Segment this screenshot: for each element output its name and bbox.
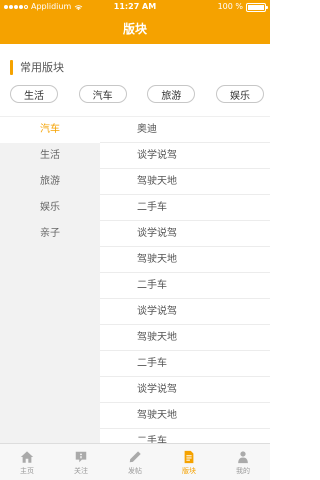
tab-label: 发帖 (128, 466, 142, 475)
category-menu: 汽车 生活 旅游 娱乐 亲子 (0, 117, 100, 443)
subcategory-list: 奥迪 谈学说驾 驾驶天地 二手车 谈学说驾 驾驶天地 二手车 谈学说驾 驾驶天地… (100, 117, 270, 443)
battery-icon (246, 2, 268, 12)
category-item-lvyou[interactable]: 旅游 (0, 169, 100, 195)
app-screen: Applidium 11:27 AM 100 % 版块 常用版块 生活 汽车 旅… (0, 0, 270, 480)
document-icon (184, 450, 194, 463)
list-item[interactable]: 二手车 (100, 351, 270, 377)
battery-percent: 100 % (217, 2, 243, 11)
list-item[interactable]: 驾驶天地 (100, 169, 270, 195)
pill-qiche[interactable]: 汽车 (78, 85, 127, 103)
common-sections-title: 常用版块 (10, 59, 64, 75)
tab-label: 主页 (20, 466, 34, 475)
tab-sections[interactable]: 版块 (162, 444, 216, 480)
tab-label: 版块 (182, 466, 196, 475)
tab-bar: 主页 关注 发帖 版块 我的 (0, 443, 270, 480)
status-right: 100 % (217, 0, 268, 14)
list-item[interactable]: 驾驶天地 (100, 403, 270, 429)
category-item-yule[interactable]: 娱乐 (0, 195, 100, 221)
pill-shenghuo[interactable]: 生活 (10, 85, 58, 103)
list-item[interactable]: 谈学说驾 (100, 221, 270, 247)
tab-me[interactable]: 我的 (216, 444, 270, 480)
category-item-shenghuo[interactable]: 生活 (0, 143, 100, 169)
list-item[interactable]: 谈学说驾 (100, 377, 270, 403)
list-item[interactable]: 二手车 (100, 195, 270, 221)
home-icon (20, 450, 34, 463)
category-item-qinzi[interactable]: 亲子 (0, 221, 100, 247)
section-marker (10, 59, 13, 75)
list-item[interactable]: 驾驶天地 (100, 247, 270, 273)
header: Applidium 11:27 AM 100 % 版块 (0, 0, 270, 44)
common-sections-label: 常用版块 (20, 61, 64, 74)
page-title: 版块 (122, 22, 147, 36)
list-item[interactable]: 谈学说驾 (100, 299, 270, 325)
chat-icon (75, 451, 87, 462)
list-item[interactable]: 二手车 (100, 429, 270, 443)
category-item-qiche[interactable]: 汽车 (0, 117, 100, 143)
tab-label: 关注 (74, 466, 88, 475)
pill-lvyou[interactable]: 旅游 (147, 85, 196, 103)
person-icon (238, 450, 248, 463)
pill-yule[interactable]: 娱乐 (215, 85, 264, 103)
tab-follow[interactable]: 关注 (54, 444, 108, 480)
pencil-icon (129, 450, 141, 462)
status-bar: Applidium 11:27 AM 100 % (0, 0, 270, 14)
list-item[interactable]: 谈学说驾 (100, 143, 270, 169)
common-pill-row: 生活 汽车 旅游 娱乐 (10, 85, 264, 103)
list-item[interactable]: 驾驶天地 (100, 325, 270, 351)
tab-post[interactable]: 发帖 (108, 444, 162, 480)
list-item[interactable]: 奥迪 (100, 117, 270, 143)
common-sections: 常用版块 生活 汽车 旅游 娱乐 (0, 44, 270, 117)
list-item[interactable]: 二手车 (100, 273, 270, 299)
tab-label: 我的 (236, 466, 250, 475)
tab-home[interactable]: 主页 (0, 444, 54, 480)
